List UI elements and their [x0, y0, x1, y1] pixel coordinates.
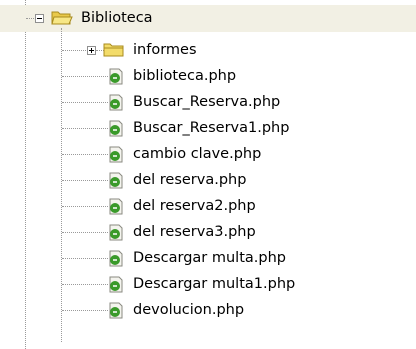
tree-node-file[interactable]: del reserva.php — [0, 167, 416, 194]
file-tree: Biblioteca informes biblioteca.php Busca… — [0, 0, 416, 349]
tree-node-label: cambio clave.php — [133, 146, 262, 162]
tree-node-label: Buscar_Reserva.php — [133, 94, 281, 110]
tree-connector — [62, 180, 108, 181]
tree-node-file[interactable]: devolucion.php — [0, 297, 416, 324]
tree-connector — [62, 76, 108, 77]
tree-connector — [62, 154, 108, 155]
php-file-icon — [109, 68, 123, 85]
tree-node-file[interactable]: Descargar multa.php — [0, 245, 416, 272]
tree-node-label: devolucion.php — [133, 302, 245, 318]
tree-node-file[interactable]: Descargar multa1.php — [0, 271, 416, 298]
tree-connector — [62, 206, 108, 207]
tree-node-informes[interactable]: informes — [0, 37, 416, 64]
php-file-icon — [109, 198, 123, 215]
tree-node-label: informes — [133, 42, 197, 58]
tree-node-file[interactable]: Buscar_Reserva1.php — [0, 115, 416, 142]
tree-connector — [62, 310, 108, 311]
php-file-icon — [109, 276, 123, 293]
php-file-icon — [109, 224, 123, 241]
tree-connector — [62, 258, 108, 259]
php-file-icon — [109, 302, 123, 319]
tree-connector — [62, 50, 86, 51]
tree-node-label: del reserva.php — [133, 172, 247, 188]
php-file-icon — [109, 250, 123, 267]
folder-open-icon — [51, 11, 73, 25]
php-file-icon — [109, 120, 123, 137]
tree-node-label: del reserva2.php — [133, 198, 256, 214]
tree-node-label: Descargar multa.php — [133, 250, 286, 266]
tree-node-file[interactable]: Buscar_Reserva.php — [0, 89, 416, 116]
tree-node-label: del reserva3.php — [133, 224, 256, 240]
expand-toggle-icon[interactable] — [87, 46, 96, 55]
php-file-icon — [109, 146, 123, 163]
tree-node-label: Descargar multa1.php — [133, 276, 296, 292]
tree-node-file[interactable]: del reserva2.php — [0, 193, 416, 220]
tree-connector — [62, 232, 108, 233]
php-file-icon — [109, 172, 123, 189]
tree-node-label: Buscar_Reserva1.php — [133, 120, 290, 136]
tree-node-biblioteca[interactable]: Biblioteca — [0, 5, 416, 32]
tree-connector — [62, 284, 108, 285]
tree-connector — [62, 128, 108, 129]
tree-node-label: Biblioteca — [81, 10, 153, 26]
tree-connector — [62, 102, 108, 103]
folder-icon — [103, 43, 124, 57]
tree-node-file[interactable]: del reserva3.php — [0, 219, 416, 246]
tree-node-file[interactable]: cambio clave.php — [0, 141, 416, 168]
collapse-toggle-icon[interactable] — [35, 14, 44, 23]
php-file-icon — [109, 94, 123, 111]
tree-node-label: biblioteca.php — [133, 68, 237, 84]
tree-node-file[interactable]: biblioteca.php — [0, 63, 416, 90]
